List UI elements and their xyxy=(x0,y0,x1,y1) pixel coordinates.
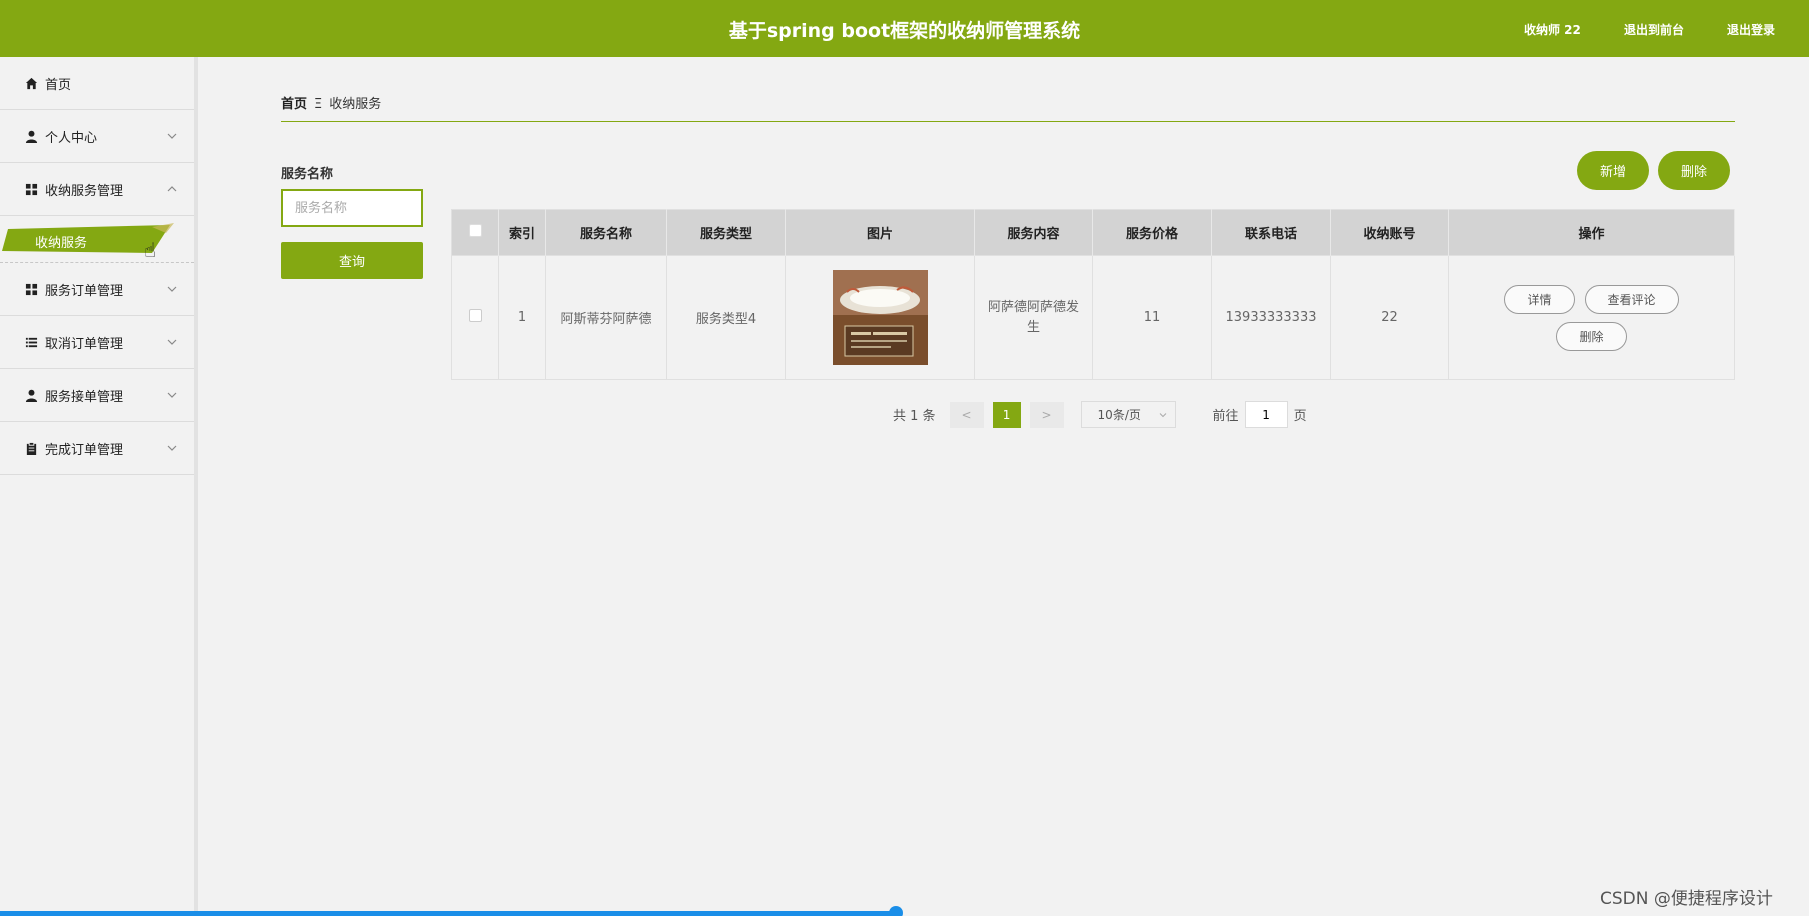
service-thumbnail-image[interactable] xyxy=(832,270,928,365)
column-header: 联系电话 xyxy=(1211,209,1331,256)
clipboard-icon xyxy=(24,441,38,455)
breadcrumb-home[interactable]: 首页 xyxy=(281,97,307,112)
page-suffix: 页 xyxy=(1293,409,1307,424)
person-icon xyxy=(24,388,38,402)
hand-cursor-icon: ☝ xyxy=(144,238,157,262)
grid-icon xyxy=(24,182,38,196)
sidebar-item-label: 取消订单管理 xyxy=(45,336,124,352)
chevron-down-icon xyxy=(167,445,177,451)
service-type-cell: 服务类型4 xyxy=(666,255,786,380)
batch-delete-button[interactable]: 删除 xyxy=(1658,151,1730,190)
list-icon xyxy=(24,335,38,349)
price-cell: 11 xyxy=(1092,255,1212,380)
sidebar-item-accept-orders[interactable]: 服务接单管理 xyxy=(0,369,194,422)
sidebar-subitem-storage-service[interactable]: 收纳服务 ☝ xyxy=(0,216,194,263)
column-header: 服务内容 xyxy=(974,209,1093,256)
watermark: CSDN @便捷程序设计 xyxy=(1600,889,1773,909)
service-content-cell: 阿萨德阿萨德发生 xyxy=(974,255,1093,380)
breadcrumb-separator: Ξ xyxy=(314,97,323,112)
table-row: 1 阿斯蒂芬阿萨德 服务类型4 阿萨德阿萨德发生 11 13933333333 … xyxy=(451,255,1735,380)
page-size-select[interactable]: 10条/页 xyxy=(1080,401,1176,428)
chevron-up-icon xyxy=(167,186,177,192)
sidebar-item-label: 服务订单管理 xyxy=(45,283,124,299)
grid-icon xyxy=(24,282,38,296)
column-header: 服务类型 xyxy=(666,209,786,256)
table-header-row: 索引 服务名称 服务类型 图片 服务内容 服务价格 联系电话 收纳账号 操作 xyxy=(451,209,1735,256)
account-cell: 22 xyxy=(1330,255,1449,380)
sidebar-item-label: 完成订单管理 xyxy=(45,442,124,458)
next-page-button[interactable]: > xyxy=(1029,401,1064,428)
image-cell xyxy=(785,255,975,380)
chevron-down-icon xyxy=(167,339,177,345)
breadcrumb-current: 收纳服务 xyxy=(329,97,382,112)
sidebar-item-label: 首页 xyxy=(45,77,72,93)
chevron-down-icon xyxy=(167,286,177,292)
sidebar-item-service-orders[interactable]: 服务订单管理 xyxy=(0,263,194,316)
home-icon xyxy=(24,76,38,90)
sidebar-item-label: 个人中心 xyxy=(45,130,98,146)
current-user-link[interactable]: 收纳师 22 xyxy=(1524,21,1581,38)
add-button[interactable]: 新增 xyxy=(1577,151,1649,190)
breadcrumb: 首页 Ξ 收纳服务 xyxy=(281,93,381,112)
total-count: 共 1 条 xyxy=(893,409,936,424)
back-to-frontend-link[interactable]: 退出到前台 xyxy=(1624,21,1684,38)
index-cell: 1 xyxy=(498,255,546,380)
sidebar-item-label: 收纳服务管理 xyxy=(45,183,124,199)
search-label: 服务名称 xyxy=(281,167,334,182)
service-content-text: 阿萨德阿萨德发生 xyxy=(987,299,1079,335)
column-header: 服务名称 xyxy=(545,209,667,256)
person-icon xyxy=(24,129,38,143)
row-delete-button[interactable]: 删除 xyxy=(1556,321,1627,351)
operations-group: 详情 查看评论 删除 xyxy=(1492,284,1692,351)
row-select-cell xyxy=(451,255,499,380)
chevron-down-icon xyxy=(1159,413,1166,418)
logout-link[interactable]: 退出登录 xyxy=(1727,21,1775,38)
query-button[interactable]: 查询 xyxy=(281,242,423,279)
sidebar-subitem-label: 收纳服务 xyxy=(35,236,88,251)
breadcrumb-divider xyxy=(281,121,1735,122)
sidebar-item-home[interactable]: 首页 xyxy=(0,57,194,110)
detail-button[interactable]: 详情 xyxy=(1504,284,1575,314)
page-number-button[interactable]: 1 xyxy=(992,401,1021,428)
progress-handle[interactable] xyxy=(889,906,903,916)
service-table: 索引 服务名称 服务类型 图片 服务内容 服务价格 联系电话 收纳账号 操作 1… xyxy=(451,209,1735,380)
select-all-checkbox[interactable] xyxy=(468,224,482,237)
sidebar-item-completed-orders[interactable]: 完成订单管理 xyxy=(0,422,194,475)
goto-label: 前往 xyxy=(1212,409,1239,424)
page-size-value: 10条/页 xyxy=(1097,408,1141,422)
phone-cell: 13933333333 xyxy=(1211,255,1331,380)
operations-cell: 详情 查看评论 删除 xyxy=(1448,255,1735,380)
column-header: 图片 xyxy=(785,209,975,256)
service-name-search-input[interactable] xyxy=(281,189,423,227)
column-header: 收纳账号 xyxy=(1330,209,1449,256)
chevron-down-icon xyxy=(167,133,177,139)
bottom-progress-bar xyxy=(0,911,897,916)
column-header: 服务价格 xyxy=(1092,209,1212,256)
sidebar-item-personal-center[interactable]: 个人中心 xyxy=(0,110,194,163)
top-header: 基于spring boot框架的收纳师管理系统 收纳师 22 退出到前台 退出登… xyxy=(0,0,1809,57)
sidebar-item-storage-service[interactable]: 收纳服务管理 xyxy=(0,163,194,216)
sidebar-item-cancel-orders[interactable]: 取消订单管理 xyxy=(0,316,194,369)
sidebar: 首页 个人中心 收纳服务管理 收纳服务 ☝ 服务订单管理 取消订单管理 服务接单… xyxy=(0,57,198,916)
view-comments-button[interactable]: 查看评论 xyxy=(1584,284,1679,314)
goto-page-input[interactable] xyxy=(1244,401,1288,428)
column-header: 索引 xyxy=(498,209,546,256)
column-header: 操作 xyxy=(1448,209,1735,256)
sidebar-item-label: 服务接单管理 xyxy=(45,389,124,405)
prev-page-button[interactable]: < xyxy=(949,401,984,428)
service-name-cell: 阿斯蒂芬阿萨德 xyxy=(545,255,667,380)
select-all-header xyxy=(451,209,499,256)
row-checkbox[interactable] xyxy=(468,309,482,322)
pagination: 共 1 条 < 1 > 10条/页 前往 页 xyxy=(893,401,1307,428)
chevron-down-icon xyxy=(167,392,177,398)
